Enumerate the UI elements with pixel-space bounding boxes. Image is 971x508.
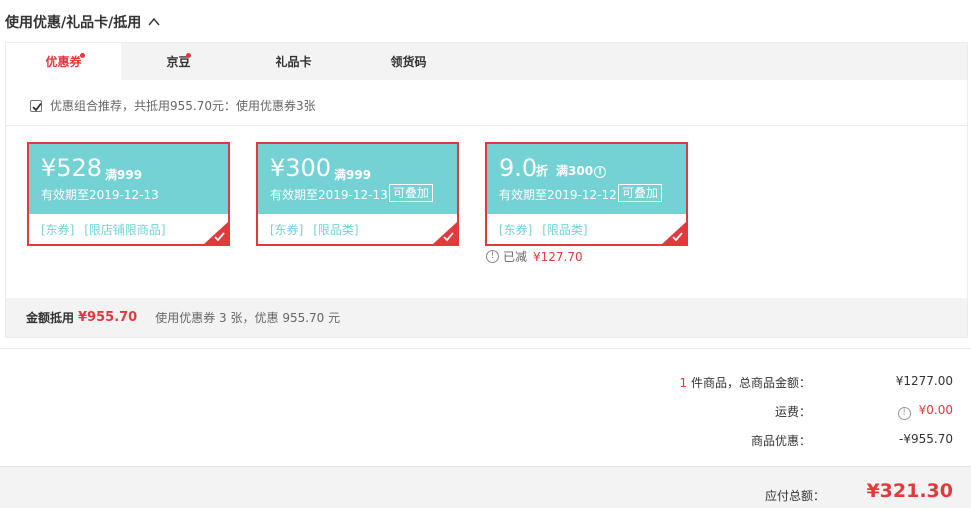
combo-text: 优惠组合推荐，共抵用955.70元：使用优惠券3张 <box>50 99 316 113</box>
coupon-validity: 有效期至2019-12-12 <box>499 188 617 202</box>
coupon-tag: [限品类] <box>313 223 359 237</box>
summary-description: 使用优惠券 3 张，优惠 955.70 元 <box>155 311 341 325</box>
coupon-validity: 有效期至2019-12-13 <box>270 188 388 202</box>
discount-row: 商品优惠： -¥955.70 <box>553 432 953 448</box>
selected-check-icon <box>204 222 228 244</box>
coupon-tags: [东券] [限店铺限商品] <box>41 221 172 238</box>
badge-dot <box>186 53 191 58</box>
summary-label: 金额抵用 <box>26 311 75 325</box>
coupon-card[interactable]: ¥300 满999 有效期至2019-12-13 可叠加 [东券] [限品类] <box>256 142 459 246</box>
info-icon[interactable]: ! <box>486 250 499 263</box>
items-total-label: 1 件商品，总商品金额： <box>680 374 811 391</box>
tab-label: 礼品卡 <box>275 55 312 69</box>
chevron-up-icon[interactable] <box>147 15 161 29</box>
badge-dot <box>80 53 85 58</box>
discount-value: -¥955.70 <box>899 432 953 446</box>
combo-recommend[interactable]: 优惠组合推荐，共抵用955.70元：使用优惠券3张 <box>30 97 316 114</box>
stackable-badge: 可叠加 <box>618 184 663 202</box>
coupon-discount-suffix: 折 <box>536 164 549 178</box>
coupon-face: ¥300 满999 有效期至2019-12-13 可叠加 <box>258 144 457 214</box>
divider <box>0 348 971 349</box>
checkout-discount-page: 使用优惠/礼品卡/抵用 优惠券 京豆 礼品卡 领货码 优惠组合推荐，共抵用955… <box>0 0 971 508</box>
tab-jingdou[interactable]: 京豆 <box>121 43 236 80</box>
coupon-tag: [限品类] <box>542 223 588 237</box>
tab-coupons[interactable]: 优惠券 <box>6 43 121 80</box>
items-total-row: 1 件商品，总商品金额： ¥1277.00 <box>553 374 953 390</box>
combo-checkbox[interactable] <box>30 99 42 112</box>
coupon-condition-wrap: 满300! <box>556 162 607 179</box>
selected-check-icon <box>433 222 457 244</box>
coupon-tag: [东券] <box>41 223 75 237</box>
coupon-tag: [东券] <box>499 223 533 237</box>
info-icon[interactable]: ! <box>594 166 607 178</box>
coupon-tag: [限店铺限商品] <box>84 223 166 237</box>
shipping-row: 运费： ! ¥0.00 <box>553 403 953 420</box>
coupon-amount-value: 9.0 <box>499 154 538 182</box>
items-total-value: ¥1277.00 <box>895 374 953 388</box>
coupon-tags: [东券] [限品类] <box>270 221 365 238</box>
tab-gift-card[interactable]: 礼品卡 <box>236 43 351 80</box>
items-label-text: 件商品，总商品金额： <box>687 376 811 390</box>
shipping-value: ¥0.00 <box>918 403 953 417</box>
payable-value: ¥321.30 <box>866 480 953 502</box>
discount-label: 商品优惠： <box>750 434 811 448</box>
coupon-card[interactable]: 9.0 折 满300! 有效期至2019-12-12 可叠加 [东券] [限品类… <box>485 142 688 246</box>
section-title: 使用优惠/礼品卡/抵用 <box>5 15 142 31</box>
summary-value: ¥955.70 <box>78 310 138 325</box>
reduced-value: ¥127.70 <box>533 249 583 264</box>
payable-total-bar: 应付总额： ¥321.30 <box>0 466 971 508</box>
selected-check-icon <box>662 222 686 244</box>
coupon-amount: 9.0 <box>499 154 537 182</box>
stackable-badge: 可叠加 <box>389 184 434 202</box>
coupon-amount: ¥300 <box>270 154 332 182</box>
coupon-tag: [东券] <box>270 223 304 237</box>
discount-tabs: 优惠券 京豆 礼品卡 领货码 <box>6 43 967 80</box>
shipping-label: 运费： <box>774 405 811 419</box>
section-header[interactable]: 使用优惠/礼品卡/抵用 <box>5 12 161 32</box>
coupon-face: 9.0 折 满300! 有效期至2019-12-12 可叠加 <box>487 144 686 214</box>
coupon-condition: 满999 <box>105 168 143 182</box>
coupon-amount: ¥528 <box>41 154 103 182</box>
info-icon[interactable]: ! <box>897 407 911 420</box>
discount-panel: 优惠券 京豆 礼品卡 领货码 优惠组合推荐，共抵用955.70元：使用优惠券3张 <box>5 42 968 338</box>
shipping-value-wrap: ! ¥0.00 <box>897 403 953 420</box>
discount-summary: 金额抵用 ¥955.70 使用优惠券 3 张，优惠 955.70 元 <box>6 298 967 337</box>
divider <box>6 125 967 126</box>
payable-label: 应付总额： <box>764 489 825 503</box>
tab-label: 优惠券 <box>45 55 82 69</box>
tab-redeem-code[interactable]: 领货码 <box>351 43 466 80</box>
coupon-tags: [东券] [限品类] <box>499 221 594 238</box>
coupon-validity: 有效期至2019-12-13 <box>41 188 159 202</box>
reduced-amount: ! 已减 ¥127.70 <box>486 248 583 265</box>
reduced-label: 已减 <box>503 250 528 264</box>
coupon-condition: 满999 <box>334 168 372 182</box>
coupon-card[interactable]: ¥528 满999 有效期至2019-12-13 [东券] [限店铺限商品] <box>27 142 230 246</box>
tab-label: 领货码 <box>390 55 427 69</box>
coupon-condition: 满300 <box>556 164 594 178</box>
coupon-face: ¥528 满999 有效期至2019-12-13 <box>29 144 228 214</box>
